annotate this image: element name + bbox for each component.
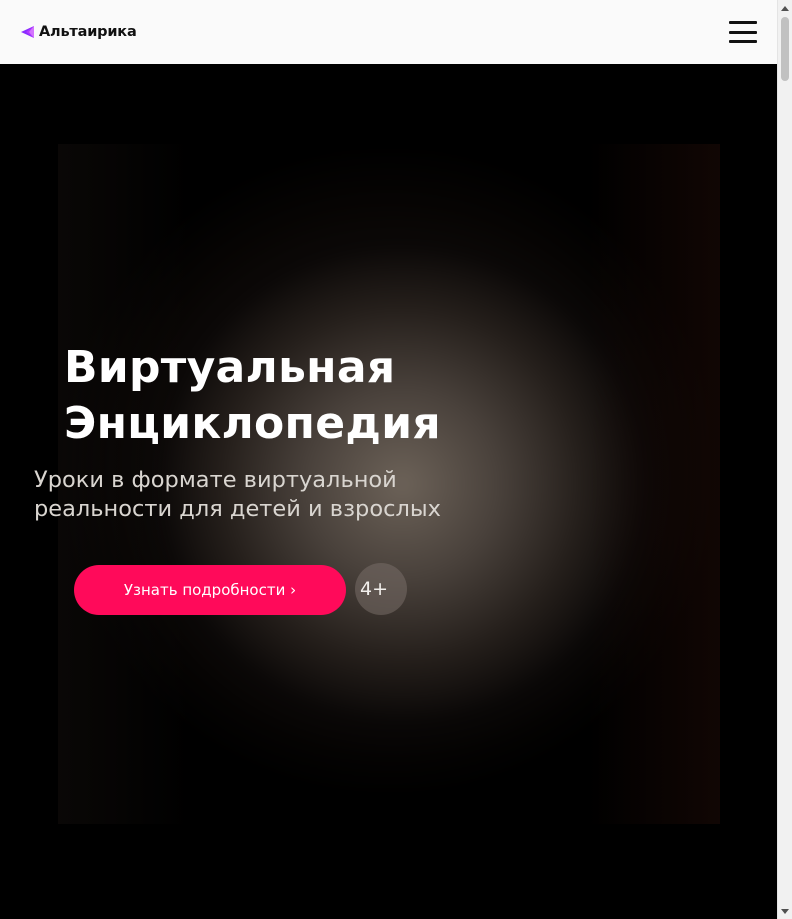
hamburger-menu-icon[interactable] xyxy=(729,21,757,43)
scroll-down-arrow-icon[interactable] xyxy=(778,904,792,918)
brand-name: Альтаирика xyxy=(39,24,137,40)
hero-subtitle-line: реальности для детей и взрослых xyxy=(34,496,441,522)
vertical-scrollbar[interactable] xyxy=(777,0,792,919)
page-viewport: Альтаирика Виртуальная Энциклопедия Урок… xyxy=(0,0,777,919)
hero-section: Виртуальная Энциклопедия Уроки в формате… xyxy=(0,64,777,919)
brand-logo-icon xyxy=(20,25,35,39)
learn-more-button[interactable]: Узнать подробности › xyxy=(74,565,346,615)
brand-logo[interactable]: Альтаирика xyxy=(20,24,137,40)
age-rating-badge: 4+ xyxy=(355,563,407,615)
hero-title-line: Энциклопедия xyxy=(64,398,441,449)
hero-subtitle: Уроки в формате виртуальной реальности д… xyxy=(34,466,441,524)
hero-subtitle-line: Уроки в формате виртуальной xyxy=(34,467,397,493)
scroll-up-arrow-icon[interactable] xyxy=(778,1,792,15)
hero-title-line: Виртуальная xyxy=(64,342,396,393)
hero-title: Виртуальная Энциклопедия xyxy=(64,340,441,452)
site-header: Альтаирика xyxy=(0,0,777,64)
scrollbar-thumb[interactable] xyxy=(781,17,789,81)
